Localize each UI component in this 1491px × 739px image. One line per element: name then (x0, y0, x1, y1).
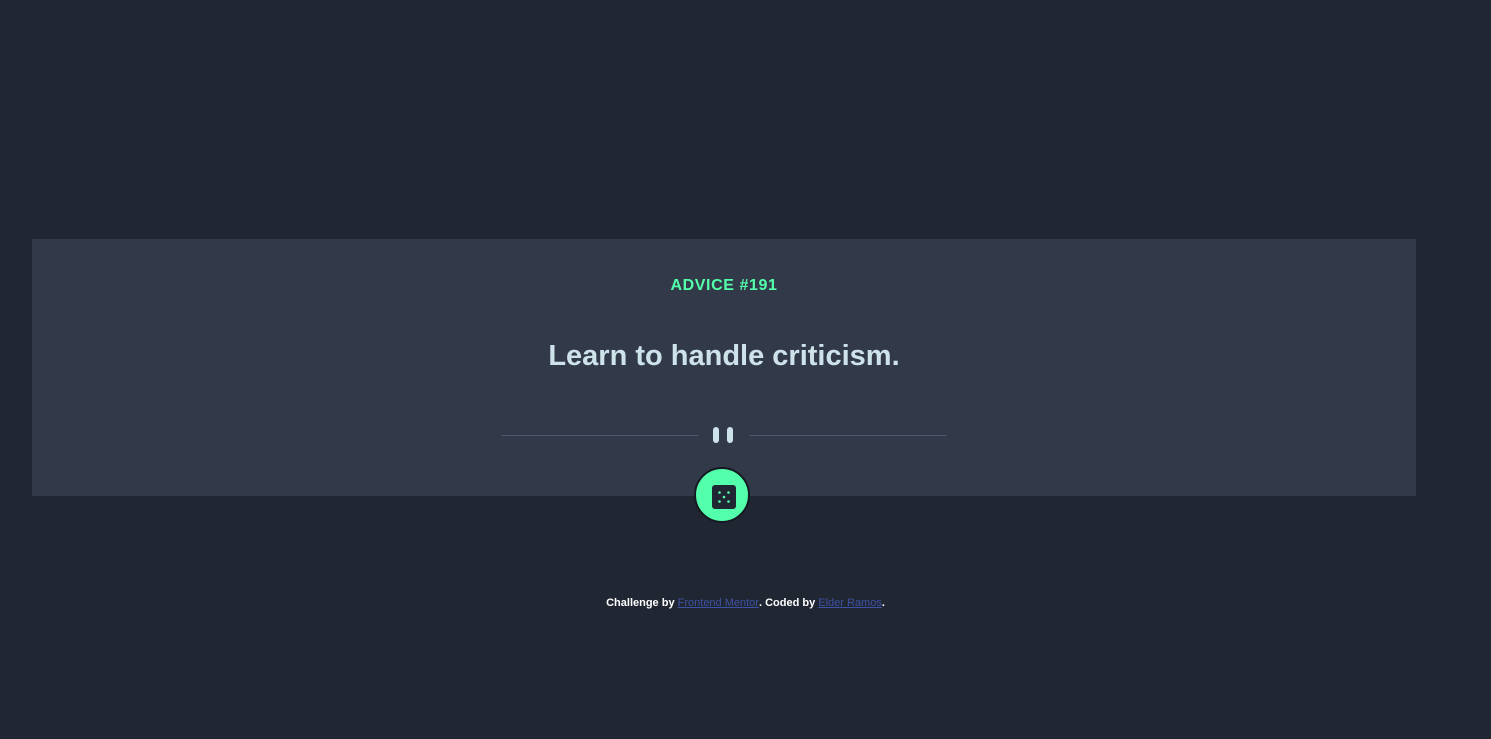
new-advice-button[interactable] (694, 467, 750, 523)
attribution: Challenge by Frontend Mentor. Coded by E… (0, 597, 1491, 609)
advice-card: ADVICE #191 Learn to handle criticism. (32, 239, 1416, 496)
attribution-prefix: Challenge by (606, 597, 678, 609)
pause-bar-left (713, 427, 719, 443)
attribution-suffix: . (881, 597, 885, 609)
advice-quote: Learn to handle criticism. (548, 340, 900, 372)
attribution-middle: . Coded by (758, 597, 819, 609)
author-link[interactable]: Elder Ramos (818, 597, 882, 609)
advice-number: ADVICE #191 (670, 277, 778, 294)
divider (502, 426, 946, 444)
divider-line-right (750, 435, 946, 436)
pause-bar-right (727, 427, 733, 443)
frontend-mentor-link[interactable]: Frontend Mentor (678, 597, 759, 609)
pause-icon (713, 427, 735, 443)
divider-line-left (502, 435, 698, 436)
dice-icon (712, 485, 736, 509)
